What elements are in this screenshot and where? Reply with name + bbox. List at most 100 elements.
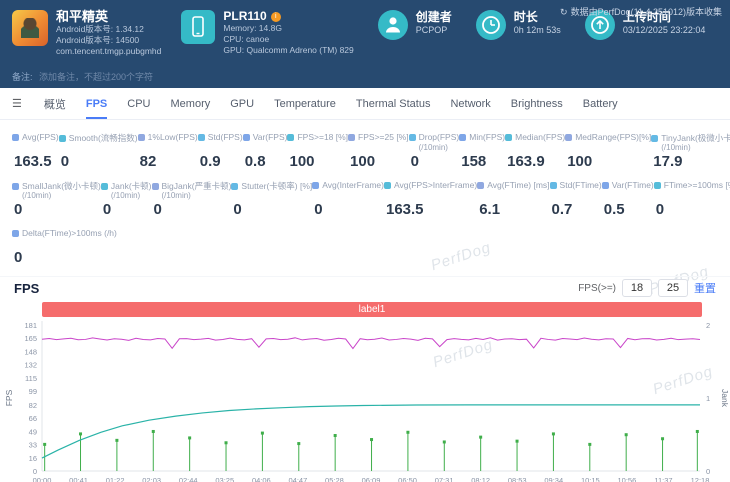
stat-value: 0.7: [550, 201, 602, 219]
person-icon: [378, 10, 408, 40]
svg-text:82: 82: [29, 401, 37, 410]
tab-memory[interactable]: Memory: [171, 88, 211, 119]
svg-text:66: 66: [29, 414, 37, 423]
stat-value: 82: [138, 153, 198, 171]
svg-text:10:56: 10:56: [617, 476, 636, 482]
metric-icon: [505, 134, 512, 141]
stat-value: 0.5: [602, 201, 654, 219]
stat-cell: SmallJank(微小卡顿)(/10min)0: [12, 180, 101, 219]
stat-value: 158: [459, 153, 505, 171]
stat-value: 100: [565, 153, 651, 171]
tab-fps[interactable]: FPS: [86, 88, 107, 119]
duration-block: 时长 0h 12m 53s: [476, 10, 561, 40]
clock-icon: [476, 10, 506, 40]
metric-icon: [12, 230, 19, 237]
fps-threshold-controls: FPS(>=) 重置: [578, 279, 716, 297]
report-header: 和平精英 Android版本号: 1.34.12 Android版本号: 145…: [0, 0, 730, 88]
svg-text:08:53: 08:53: [508, 476, 527, 482]
metric-icon: [651, 135, 658, 142]
stat-value: 0: [59, 153, 138, 171]
stat-cell: Var(FTime)0.5: [602, 180, 654, 219]
svg-text:02:03: 02:03: [142, 476, 161, 482]
device-gpu: GPU: Qualcomm Adreno (TM) 829: [223, 45, 353, 56]
stat-value: 17.9: [651, 153, 730, 171]
tab-network[interactable]: Network: [450, 88, 490, 119]
game-app-icon: [12, 10, 48, 46]
tab-概览[interactable]: 概览: [44, 88, 66, 119]
refresh-icon: ↻: [560, 7, 568, 18]
stat-value: 163.9: [505, 153, 565, 171]
device-info-block: PLR110 i Memory: 14.8G CPU: canoe GPU: Q…: [181, 10, 353, 56]
reset-button[interactable]: 重置: [694, 280, 716, 296]
creator-value: PCPOP: [416, 24, 452, 37]
metric-icon: [12, 183, 19, 190]
stats-summary: Avg(FPS)163.5Smooth(流畅指数)01%Low(FPS)82 St…: [0, 120, 730, 267]
fps-threshold-label: FPS(>=): [578, 283, 616, 294]
svg-text:99: 99: [29, 387, 37, 396]
svg-text:16: 16: [29, 454, 37, 463]
app-info-block: 和平精英 Android版本号: 1.34.12 Android版本号: 145…: [12, 10, 161, 57]
creator-block: 创建者 PCPOP: [378, 10, 452, 40]
app-version-line2: Android版本号: 14500: [56, 35, 161, 46]
fps-threshold-low-input[interactable]: [622, 279, 652, 297]
metric-icon: [101, 183, 108, 190]
app-version-line1: Android版本号: 1.34.12: [56, 24, 161, 35]
note-input[interactable]: 添加备注，不超过200个字符: [39, 72, 153, 82]
stat-value: 6.1: [477, 201, 549, 219]
duration-label: 时长: [514, 10, 561, 24]
svg-text:11:37: 11:37: [654, 476, 672, 482]
app-title: 和平精英: [56, 10, 161, 24]
device-name: PLR110: [223, 10, 266, 23]
metric-icon: [602, 182, 609, 189]
metric-icon: [477, 182, 484, 189]
svg-text:00:00: 00:00: [33, 476, 52, 482]
stat-cell: Median(FPS)163.9: [505, 132, 565, 171]
svg-text:03:25: 03:25: [215, 476, 234, 482]
stat-value: 163.5: [12, 153, 59, 171]
stat-value: 100: [287, 153, 348, 171]
stat-value: 163.5: [384, 201, 477, 219]
tab-gpu[interactable]: GPU: [230, 88, 254, 119]
stat-cell: Avg(FTime) [ms]6.1: [477, 180, 549, 219]
stat-value: 0.9: [198, 153, 243, 171]
stat-cell: Stutter(卡顿率) [%]0: [231, 180, 312, 219]
tab-temperature[interactable]: Temperature: [274, 88, 336, 119]
stat-value: 100: [348, 153, 409, 171]
phone-icon: [181, 10, 215, 44]
stat-value: 0.8: [243, 153, 288, 171]
menu-icon[interactable]: ☰: [12, 97, 22, 110]
series-label-bar[interactable]: label1: [42, 302, 702, 317]
tab-brightness[interactable]: Brightness: [511, 88, 563, 119]
collector-version-note: ↻数据由PerfDog(11.4.251012)版本收集: [560, 5, 722, 18]
metric-icon: [565, 134, 572, 141]
svg-text:33: 33: [29, 440, 37, 449]
fps-section-title: FPS: [14, 281, 39, 296]
svg-text:12:18: 12:18: [691, 476, 710, 482]
metric-icon: [231, 183, 238, 190]
stat-value: 0: [231, 201, 312, 219]
stat-cell: FTime>=100ms [%]0: [654, 180, 730, 219]
stat-cell: FPS>=18 [%]100: [287, 132, 348, 171]
stat-cell: Smooth(流畅指数)0: [59, 132, 138, 171]
metric-icon: [138, 134, 145, 141]
svg-text:00:41: 00:41: [69, 476, 88, 482]
stat-cell: Min(FPS)158: [459, 132, 505, 171]
tab-cpu[interactable]: CPU: [127, 88, 150, 119]
device-cpu: CPU: canoe: [223, 34, 353, 45]
svg-text:10:15: 10:15: [581, 476, 600, 482]
svg-text:FPS: FPS: [4, 389, 14, 406]
svg-text:2: 2: [706, 321, 710, 330]
tab-thermal-status[interactable]: Thermal Status: [356, 88, 431, 119]
tab-battery[interactable]: Battery: [583, 88, 618, 119]
fps-threshold-high-input[interactable]: [658, 279, 688, 297]
stat-cell: 1%Low(FPS)82: [138, 132, 198, 171]
svg-text:07:31: 07:31: [435, 476, 454, 482]
device-badge-icon: i: [271, 12, 281, 22]
stat-value: 0: [12, 201, 101, 219]
stat-value: 0: [409, 153, 460, 171]
stat-cell: Jank(卡顿)(/10min)0: [101, 180, 152, 219]
svg-text:1: 1: [706, 394, 710, 403]
svg-text:Jank: Jank: [720, 389, 730, 408]
metric-icon: [152, 183, 159, 190]
stat-cell: Avg(FPS)163.5: [12, 132, 59, 171]
